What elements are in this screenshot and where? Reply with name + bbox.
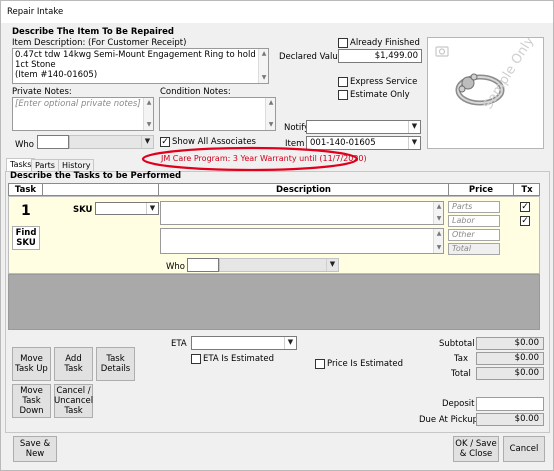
tasks-section-title: Describe the Tasks to be Performed — [10, 171, 182, 181]
task-who-label: Who — [166, 262, 185, 272]
task-grid-header: Task Description Price Tx — [8, 183, 540, 196]
already-finished-label: Already Finished — [350, 38, 420, 48]
repair-intake-window: Repair Intake Describe The Item To Be Re… — [0, 0, 554, 471]
eta-select[interactable]: ▼ — [191, 336, 297, 350]
subtotal-value: $0.00 — [476, 337, 544, 350]
price-is-estimated-label: Price Is Estimated — [327, 359, 404, 369]
ring-image: Sample Only — [435, 34, 538, 112]
chevron-down-icon: ▼ — [284, 337, 296, 349]
cancel-button[interactable]: Cancel — [503, 436, 545, 462]
chevron-down-icon: ▼ — [408, 137, 420, 149]
chevron-down-icon: ▼ — [146, 203, 158, 214]
col-sku — [43, 184, 159, 196]
total-value: $0.00 — [476, 367, 544, 380]
item-description-line1: 0.47ct tdw 14kwg Semi-Mount Engagement R… — [15, 50, 256, 70]
col-description: Description — [159, 184, 449, 196]
window-title: Repair Intake — [7, 7, 64, 17]
description-scrollbar[interactable]: ▲ ▼ — [258, 49, 268, 83]
total-label: Total — [451, 369, 471, 379]
item-section-title: Describe The Item To Be Repaired — [12, 27, 174, 37]
eta-label: ETA — [171, 339, 187, 349]
private-notes-label: Private Notes: — [12, 87, 72, 97]
task-description-field[interactable]: ▲ ▼ — [160, 201, 444, 225]
already-finished-checkbox[interactable] — [338, 38, 348, 48]
private-notes-field[interactable]: [Enter optional private notes] ▲ ▼ — [12, 97, 154, 131]
ok-save-close-button[interactable]: OK / Save & Close — [453, 436, 499, 462]
task-notes-scrollbar[interactable]: ▲ ▼ — [433, 229, 443, 253]
declared-value-input[interactable]: $1,499.00 — [338, 49, 422, 63]
task-details-button[interactable]: Task Details — [96, 347, 135, 381]
notify-select[interactable]: ▼ — [306, 120, 421, 134]
condition-notes-scrollbar[interactable]: ▲ ▼ — [265, 98, 275, 130]
private-notes-scrollbar[interactable]: ▲ ▼ — [143, 98, 153, 130]
col-price: Price — [449, 184, 514, 196]
parts-price-input[interactable]: Parts — [448, 201, 500, 213]
col-tx: Tx — [521, 185, 533, 195]
express-service-checkbox[interactable] — [338, 77, 348, 87]
who-input[interactable] — [37, 135, 69, 149]
move-task-up-button[interactable]: Move Task Up — [12, 347, 51, 381]
deposit-input[interactable] — [476, 397, 544, 411]
price-is-estimated-checkbox[interactable] — [315, 359, 325, 369]
tax-label: Tax — [454, 354, 469, 364]
condition-notes-field[interactable]: ▲ ▼ — [159, 97, 276, 131]
condition-notes-label: Condition Notes: — [160, 87, 231, 97]
parts-tx-checkbox[interactable]: ✓ — [520, 202, 530, 212]
item-description-line2: (Item #140-01605) — [15, 70, 98, 80]
labor-price-input[interactable]: Labor — [448, 215, 500, 227]
total-price-field: Total — [448, 243, 500, 255]
declared-value-label: Declared Value — [279, 52, 343, 62]
sku-label: SKU — [73, 205, 93, 215]
item-description-field[interactable]: 0.47ct tdw 14kwg Semi-Mount Engagement R… — [12, 48, 269, 84]
labor-placeholder: Labor — [452, 216, 475, 225]
svg-text:Sample Only: Sample Only — [481, 38, 538, 112]
task-who-input[interactable] — [187, 258, 219, 272]
task-who-select[interactable]: ▼ — [219, 258, 339, 272]
parts-placeholder: Parts — [452, 202, 473, 211]
save-new-button[interactable]: Save & New — [13, 436, 57, 462]
task-row[interactable]: 1 Find SKU SKU ▼ ▲ ▼ ▲ ▼ Parts Labor Other… — [8, 196, 540, 274]
col-task: Task — [9, 184, 43, 196]
sku-select[interactable]: ▼ — [95, 202, 159, 215]
labor-tx-checkbox[interactable]: ✓ — [520, 216, 530, 226]
chevron-down-icon: ▼ — [408, 121, 420, 133]
private-notes-placeholder: [Enter optional private notes] — [15, 99, 141, 109]
estimate-only-label: Estimate Only — [350, 90, 410, 100]
eta-is-estimated-label: ETA Is Estimated — [203, 354, 274, 364]
move-task-down-button[interactable]: Move Task Down — [12, 384, 51, 418]
express-service-label: Express Service — [350, 77, 418, 87]
tax-value: $0.00 — [476, 352, 544, 365]
deposit-label: Deposit — [442, 399, 475, 409]
task-description-scrollbar[interactable]: ▲ ▼ — [433, 202, 443, 224]
estimate-only-checkbox[interactable] — [338, 90, 348, 100]
camera-icon — [435, 46, 449, 57]
task-notes-field[interactable]: ▲ ▼ — [160, 228, 444, 254]
due-at-pickup-value: $0.00 — [476, 413, 544, 426]
item-description-label: Item Description: (For Customer Receipt) — [12, 38, 187, 48]
title-bar: Repair Intake — [1, 1, 553, 23]
task-grid-empty-area — [8, 274, 540, 330]
other-price-input[interactable]: Other — [448, 229, 500, 241]
item-photo[interactable]: Sample Only — [427, 34, 544, 149]
due-at-pickup-label: Due At Pickup — [419, 415, 478, 425]
task-number: 1 — [21, 203, 31, 219]
chevron-down-icon: ▼ — [326, 259, 338, 271]
add-task-button[interactable]: Add Task — [54, 347, 93, 381]
find-sku-button[interactable]: Find SKU — [12, 226, 40, 250]
jm-care-text: JM Care Program: 3 Year Warranty until (… — [161, 154, 367, 163]
total-placeholder: Total — [452, 244, 472, 253]
other-placeholder: Other — [452, 230, 475, 239]
eta-is-estimated-checkbox[interactable] — [191, 354, 201, 364]
who-label: Who — [15, 140, 34, 150]
cancel-task-button[interactable]: Cancel / Uncancel Task — [54, 384, 93, 418]
subtotal-label: Subtotal — [439, 339, 475, 349]
